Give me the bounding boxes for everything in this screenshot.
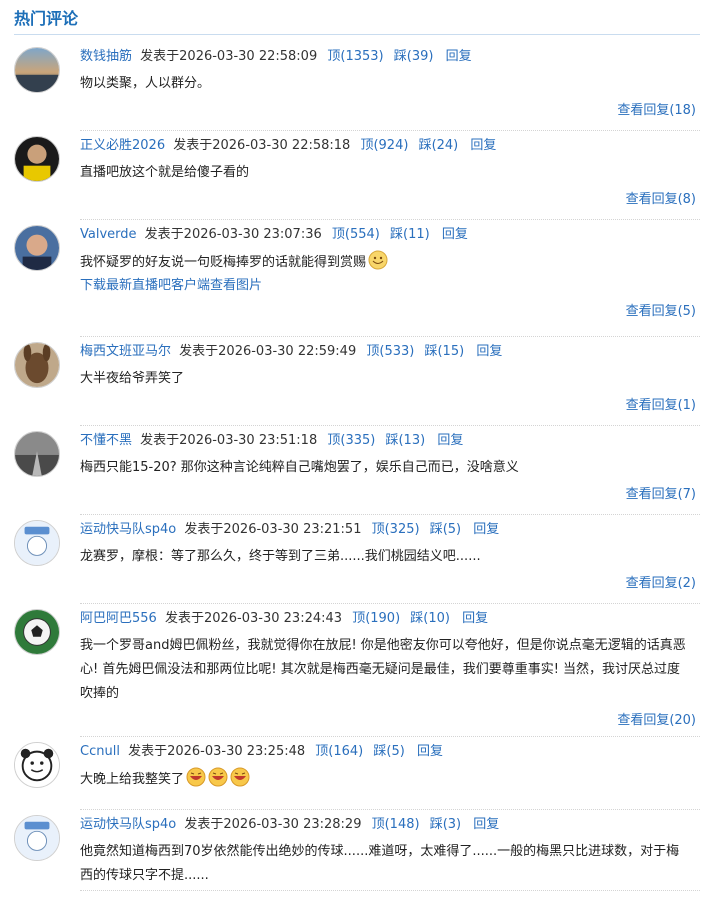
avatar[interactable] <box>14 431 60 477</box>
reply-button[interactable]: 回复 <box>473 522 499 537</box>
comment-item: 数钱抽筋 发表于2026-03-30 22:58:09 顶(1353) 踩(39… <box>14 42 700 131</box>
comment-text: 直播吧放这个就是给傻子看的 <box>80 165 250 180</box>
upvote-button[interactable]: 顶(190) <box>352 611 400 626</box>
username-link[interactable]: Valverde <box>80 227 137 242</box>
reply-button[interactable]: 回复 <box>476 344 502 359</box>
view-replies-link[interactable]: 查看回复(8) <box>80 189 700 211</box>
comment-text: 大半夜给爷弄笑了 <box>80 371 185 386</box>
view-replies-link[interactable]: 查看回复(7) <box>80 484 700 506</box>
comment-meta: 梅西文班亚马尔 发表于2026-03-30 22:59:49 顶(533) 踩(… <box>80 337 700 363</box>
section-title: 热门评论 <box>14 9 79 28</box>
avatar[interactable] <box>14 342 60 388</box>
download-app-link[interactable]: 下载最新直播吧客户端查看图片 <box>80 275 700 297</box>
view-replies-link[interactable]: 查看回复(2) <box>80 573 700 595</box>
avatar[interactable] <box>14 136 60 182</box>
username-link[interactable]: 运动快马队sp4o <box>80 817 176 832</box>
laugh-emoji-icon <box>186 767 206 787</box>
grin-emoji-icon <box>368 250 388 270</box>
comment-meta: 不懂不黑 发表于2026-03-30 23:51:18 顶(335) 踩(13)… <box>80 426 700 452</box>
comment-item: Valverde 发表于2026-03-30 23:07:36 顶(554) 踩… <box>14 220 700 337</box>
comment-text: 物以类聚，人以群分。 <box>80 76 211 91</box>
username-link[interactable]: 阿巴阿巴556 <box>80 611 157 626</box>
downvote-button[interactable]: 踩(39) <box>394 49 434 64</box>
post-time: 发表于2026-03-30 23:28:29 <box>184 817 362 832</box>
comment-item: 阿巴阿巴556 发表于2026-03-30 23:24:43 顶(190) 踩(… <box>14 604 700 737</box>
username-link[interactable]: 不懂不黑 <box>80 433 132 448</box>
comment-meta: 数钱抽筋 发表于2026-03-30 22:58:09 顶(1353) 踩(39… <box>80 42 700 68</box>
username-link[interactable]: 正义必胜2026 <box>80 138 165 153</box>
laugh-emoji-icon <box>208 767 228 787</box>
hot-comments-header: 热门评论 <box>14 8 700 35</box>
reply-button[interactable]: 回复 <box>473 817 499 832</box>
downvote-button[interactable]: 踩(11) <box>390 227 430 242</box>
comment-meta: 正义必胜2026 发表于2026-03-30 22:58:18 顶(924) 踩… <box>80 131 700 157</box>
avatar[interactable] <box>14 47 60 93</box>
view-replies-link[interactable]: 查看回复(1) <box>80 395 700 417</box>
reply-button[interactable]: 回复 <box>470 138 496 153</box>
comment-text: 我怀疑罗的好友说一句贬梅捧罗的话就能得到赏赐 <box>80 255 367 270</box>
comment-meta: Valverde 发表于2026-03-30 23:07:36 顶(554) 踩… <box>80 220 700 246</box>
comment-text: 龙赛罗，摩根：等了那么久，终于等到了三弟......我们桃园结义吧...... <box>80 549 481 564</box>
downvote-button[interactable]: 踩(13) <box>385 433 425 448</box>
comment-item: 不懂不黑 发表于2026-03-30 23:51:18 顶(335) 踩(13)… <box>14 426 700 515</box>
upvote-button[interactable]: 顶(325) <box>372 522 420 537</box>
comment-item: 运动快马队sp4o 发表于2026-03-30 23:28:29 顶(148) … <box>14 810 700 891</box>
comment-item: 梅西文班亚马尔 发表于2026-03-30 22:59:49 顶(533) 踩(… <box>14 337 700 426</box>
reply-button[interactable]: 回复 <box>417 744 443 759</box>
comment-meta: 运动快马队sp4o 发表于2026-03-30 23:28:29 顶(148) … <box>80 810 700 836</box>
comment-text: 他竟然知道梅西到70岁依然能传出绝妙的传球......难道呀，太难得了.....… <box>80 844 680 883</box>
downvote-button[interactable]: 踩(5) <box>373 744 404 759</box>
username-link[interactable]: Ccnull <box>80 744 120 759</box>
username-link[interactable]: 梅西文班亚马尔 <box>80 344 171 359</box>
downvote-button[interactable]: 踩(24) <box>419 138 459 153</box>
post-time: 发表于2026-03-30 23:25:48 <box>128 744 306 759</box>
avatar[interactable] <box>14 742 60 788</box>
downvote-button[interactable]: 踩(10) <box>410 611 450 626</box>
downvote-button[interactable]: 踩(5) <box>430 522 461 537</box>
reply-button[interactable]: 回复 <box>437 433 463 448</box>
upvote-button[interactable]: 顶(148) <box>372 817 420 832</box>
post-time: 发表于2026-03-30 23:24:43 <box>164 611 343 626</box>
upvote-button[interactable]: 顶(164) <box>315 744 363 759</box>
comment-body: 大晚上给我整笑了 <box>80 767 700 792</box>
upvote-button[interactable]: 顶(924) <box>360 138 408 153</box>
view-replies-link[interactable]: 查看回复(20) <box>80 710 700 732</box>
comment-list: 数钱抽筋 发表于2026-03-30 22:58:09 顶(1353) 踩(39… <box>14 42 700 891</box>
post-time: 发表于2026-03-30 22:58:09 <box>140 49 318 64</box>
laugh-emoji-icon <box>230 767 250 787</box>
comment-item: 运动快马队sp4o 发表于2026-03-30 23:21:51 顶(325) … <box>14 515 700 604</box>
post-time: 发表于2026-03-30 22:58:18 <box>173 138 351 153</box>
comment-meta: Ccnull 发表于2026-03-30 23:25:48 顶(164) 踩(5… <box>80 737 700 763</box>
reply-button[interactable]: 回复 <box>446 49 472 64</box>
downvote-button[interactable]: 踩(3) <box>430 817 461 832</box>
upvote-button[interactable]: 顶(554) <box>332 227 380 242</box>
post-time: 发表于2026-03-30 23:07:36 <box>144 227 322 242</box>
username-link[interactable]: 运动快马队sp4o <box>80 522 176 537</box>
comment-body: 我怀疑罗的好友说一句贬梅捧罗的话就能得到赏赐 <box>80 250 700 275</box>
avatar[interactable] <box>14 815 60 861</box>
post-time: 发表于2026-03-30 23:51:18 <box>140 433 318 448</box>
username-link[interactable]: 数钱抽筋 <box>80 49 132 64</box>
upvote-button[interactable]: 顶(1353) <box>327 49 383 64</box>
view-replies-link[interactable]: 查看回复(5) <box>80 301 700 323</box>
reply-button[interactable]: 回复 <box>462 611 488 626</box>
comment-item: 正义必胜2026 发表于2026-03-30 22:58:18 顶(924) 踩… <box>14 131 700 220</box>
avatar[interactable] <box>14 225 60 271</box>
comment-text: 我一个罗哥and姆巴佩粉丝，我就觉得你在放屁! 你是他密友你可以夸他好，但是你说… <box>80 638 686 701</box>
comment-meta: 阿巴阿巴556 发表于2026-03-30 23:24:43 顶(190) 踩(… <box>80 604 700 630</box>
comment-meta: 运动快马队sp4o 发表于2026-03-30 23:21:51 顶(325) … <box>80 515 700 541</box>
reply-button[interactable]: 回复 <box>442 227 468 242</box>
avatar[interactable] <box>14 609 60 655</box>
view-replies-link[interactable]: 查看回复(18) <box>80 100 700 122</box>
post-time: 发表于2026-03-30 23:21:51 <box>184 522 362 537</box>
comment-text: 梅西只能15-20? 那你这种言论纯粹自己嘴炮罢了，娱乐自己而已，没啥意义 <box>80 460 519 475</box>
upvote-button[interactable]: 顶(335) <box>327 433 375 448</box>
comment-text: 大晚上给我整笑了 <box>80 772 185 787</box>
downvote-button[interactable]: 踩(15) <box>424 344 464 359</box>
comment-item: Ccnull 发表于2026-03-30 23:25:48 顶(164) 踩(5… <box>14 737 700 810</box>
upvote-button[interactable]: 顶(533) <box>366 344 414 359</box>
avatar[interactable] <box>14 520 60 566</box>
post-time: 发表于2026-03-30 22:59:49 <box>179 344 357 359</box>
